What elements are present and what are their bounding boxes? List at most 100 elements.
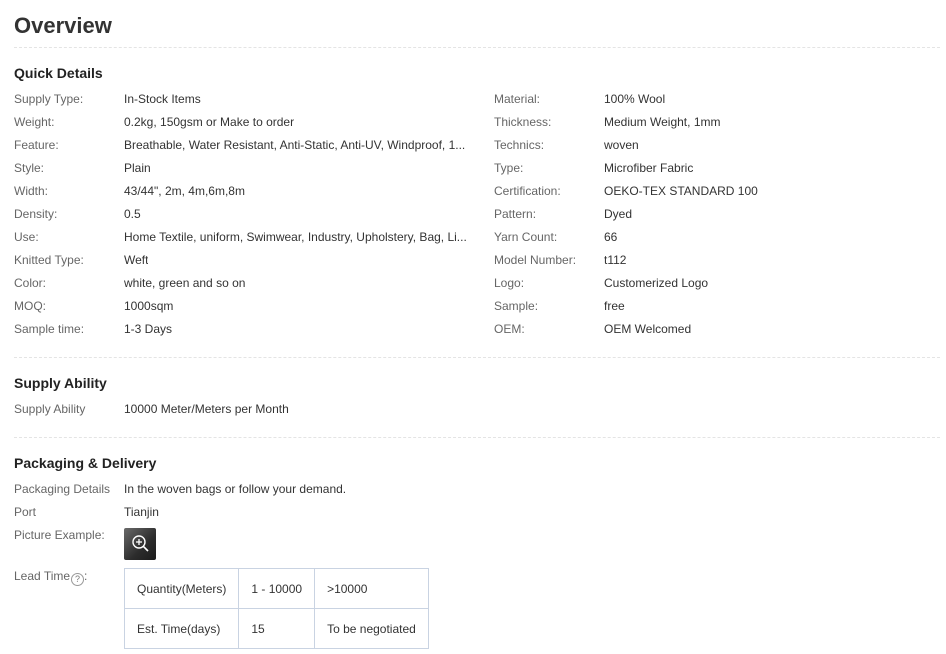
detail-row: Style: Plain (14, 159, 474, 177)
detail-row: Weight: 0.2kg, 150gsm or Make to order (14, 113, 474, 131)
supply-ability-value: 10000 Meter/Meters per Month (124, 402, 289, 416)
detail-label: Use: (14, 230, 39, 244)
detail-value: Customerized Logo (604, 276, 709, 290)
picture-example-label: Picture Example: (14, 528, 105, 542)
lead-time-row: Lead Time?: (14, 567, 114, 586)
packaging-details-label: Packaging Details (14, 482, 111, 496)
divider (14, 47, 940, 48)
detail-label: Feature: (14, 138, 59, 152)
detail-label: Model Number: (494, 253, 577, 267)
detail-value: Home Textile, uniform, Swimwear, Industr… (124, 230, 467, 244)
table-cell: 15 (238, 608, 316, 649)
table-cell: Quantity(Meters) (123, 568, 240, 609)
detail-row: Sample: free (494, 297, 904, 315)
detail-value: 0.5 (124, 207, 141, 221)
zoom-in-icon (132, 535, 149, 552)
table-row: Est. Time(days) 15 To be negotiated (123, 608, 429, 649)
detail-label: Pattern: (494, 207, 537, 221)
detail-row: Thickness: Medium Weight, 1mm (494, 113, 904, 131)
detail-value: In-Stock Items (124, 92, 201, 106)
detail-value: Medium Weight, 1mm (604, 115, 721, 129)
detail-value: OEKO-TEX STANDARD 100 (604, 184, 758, 198)
detail-row: MOQ: 1000sqm (14, 297, 474, 315)
detail-label: Technics: (494, 138, 545, 152)
detail-row: Knitted Type: Weft (14, 251, 474, 269)
lead-time-colon: : (84, 569, 88, 583)
divider (14, 357, 940, 358)
detail-value: 100% Wool (604, 92, 666, 106)
detail-label: Weight: (14, 115, 55, 129)
detail-row: Color: white, green and so on (14, 274, 474, 292)
table-cell: To be negotiated (314, 608, 429, 649)
detail-value: Plain (124, 161, 151, 175)
detail-label: Knitted Type: (14, 253, 84, 267)
picture-example-row: Picture Example: (14, 526, 214, 544)
detail-label: Certification: (494, 184, 561, 198)
packaging-delivery-title: Packaging & Delivery (14, 455, 157, 471)
detail-row: Supply Type: In-Stock Items (14, 90, 474, 108)
detail-row: Pattern: Dyed (494, 205, 904, 223)
packaging-details-value: In the woven bags or follow your demand. (124, 482, 347, 496)
divider (14, 437, 940, 438)
lead-time-table: Quantity(Meters) 1 - 10000 >10000 Est. T… (123, 568, 429, 649)
detail-value: Breathable, Water Resistant, Anti-Static… (124, 138, 466, 152)
port-value: Tianjin (124, 505, 159, 519)
detail-value: woven (604, 138, 639, 152)
detail-label: Color: (14, 276, 47, 290)
detail-label: Density: (14, 207, 58, 221)
table-cell: Est. Time(days) (123, 608, 240, 649)
detail-value: white, green and so on (124, 276, 246, 290)
port-label: Port (14, 505, 37, 519)
detail-row: Logo: Customerized Logo (494, 274, 904, 292)
detail-value: 66 (604, 230, 618, 244)
detail-row: OEM: OEM Welcomed (494, 320, 904, 338)
detail-label: Thickness: (494, 115, 552, 129)
table-cell: >10000 (314, 568, 429, 609)
detail-label: MOQ: (14, 299, 46, 313)
lead-time-label: Lead Time (14, 569, 71, 583)
detail-value: 1000sqm (124, 299, 174, 313)
detail-row: Material: 100% Wool (494, 90, 904, 108)
quick-details-title: Quick Details (14, 65, 103, 81)
detail-row: Type: Microfiber Fabric (494, 159, 904, 177)
packaging-details-row: Packaging Details In the woven bags or f… (14, 480, 940, 498)
detail-value: free (604, 299, 625, 313)
table-row: Quantity(Meters) 1 - 10000 >10000 (123, 568, 429, 609)
detail-row: Technics: woven (494, 136, 904, 154)
detail-value: Weft (124, 253, 149, 267)
detail-label: Type: (494, 161, 524, 175)
detail-value: 0.2kg, 150gsm or Make to order (124, 115, 295, 129)
detail-label: Width: (14, 184, 49, 198)
detail-row: Sample time: 1-3 Days (14, 320, 474, 338)
detail-label: Sample: (494, 299, 539, 313)
question-icon[interactable]: ? (71, 573, 85, 586)
detail-row: Certification: OEKO-TEX STANDARD 100 (494, 182, 904, 200)
detail-row: Use: Home Textile, uniform, Swimwear, Ind… (14, 228, 474, 246)
detail-row: Width: 43/44", 2m, 4m,6m,8m (14, 182, 474, 200)
detail-label: Material: (494, 92, 541, 106)
detail-label: Sample time: (14, 322, 85, 336)
detail-label: OEM: (494, 322, 525, 336)
detail-value: Microfiber Fabric (604, 161, 694, 175)
lead-time-label-group: Lead Time?: (14, 567, 87, 586)
detail-value: Dyed (604, 207, 633, 221)
detail-label: Supply Type: (14, 92, 84, 106)
detail-value: 43/44", 2m, 4m,6m,8m (124, 184, 245, 198)
supply-ability-row: Supply Ability 10000 Meter/Meters per Mo… (14, 400, 940, 418)
supply-ability-label: Supply Ability (14, 402, 86, 416)
detail-value: OEM Welcomed (604, 322, 692, 336)
detail-label: Yarn Count: (494, 230, 558, 244)
supply-ability-title: Supply Ability (14, 375, 107, 391)
detail-row: Feature: Breathable, Water Resistant, Ant… (14, 136, 474, 154)
table-cell: 1 - 10000 (238, 568, 316, 609)
picture-example-thumbnail[interactable] (124, 528, 156, 560)
detail-row: Yarn Count: 66 (494, 228, 904, 246)
detail-value: 1-3 Days (124, 322, 173, 336)
overview-title: Overview (14, 13, 112, 38)
port-row: Port Tianjin (14, 503, 940, 521)
detail-label: Logo: (494, 276, 525, 290)
detail-row: Density: 0.5 (14, 205, 474, 223)
detail-row: Model Number: t112 (494, 251, 904, 269)
detail-label: Style: (14, 161, 45, 175)
detail-value: t112 (604, 253, 627, 267)
